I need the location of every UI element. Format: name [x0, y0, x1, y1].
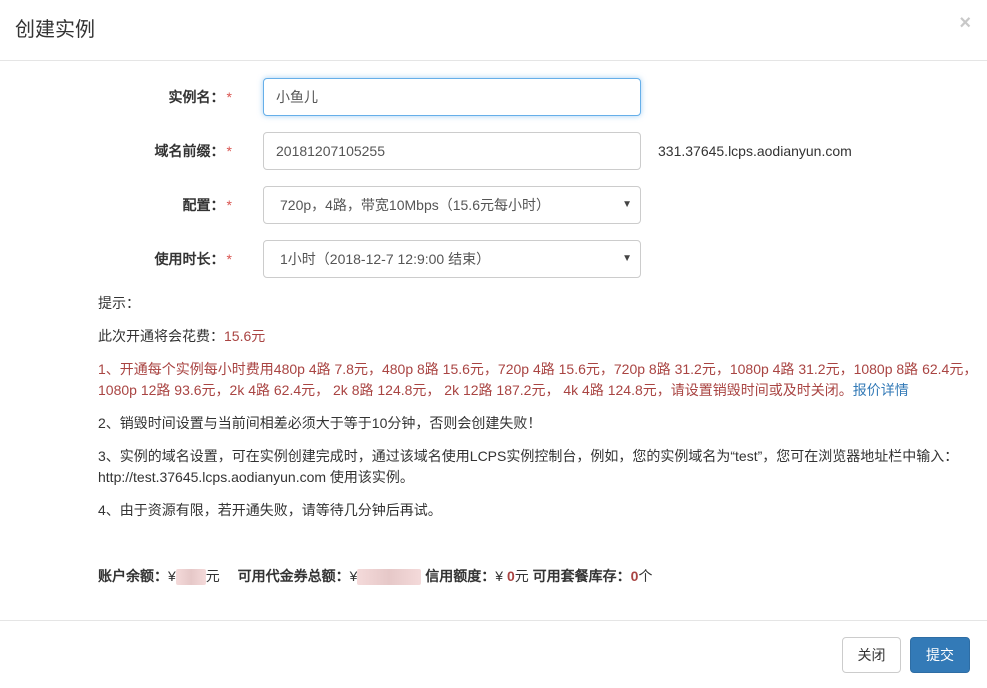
duration-select[interactable]: 1小时（2018-12-7 12:9:00 结束） ▼ [263, 240, 641, 278]
credit-value: 0 [506, 568, 515, 584]
form-row-name: 实例名： * [0, 78, 987, 116]
balance-label: 账户余额： [98, 568, 168, 584]
form-row-duration: 使用时长： * 1小时（2018-12-7 12:9:00 结束） ▼ [0, 240, 987, 278]
caret-down-icon: ▼ [622, 199, 632, 210]
required-mark: * [226, 251, 232, 267]
price-details-link[interactable]: 报价详情 [853, 382, 909, 398]
account-summary: 账户余额：¥ 元 可用代金券总额：¥ 信用额度：¥ 0元 可用套餐库存：0个 [98, 568, 653, 586]
voucher-label: 可用代金券总额： [237, 568, 350, 584]
package-label: 可用套餐库存： [532, 568, 631, 584]
credit-label: 信用额度： [425, 568, 496, 584]
cost-value: 15.6元 [224, 328, 266, 344]
required-mark: * [226, 89, 232, 105]
required-mark: * [226, 197, 232, 213]
close-icon[interactable]: × [959, 12, 971, 34]
tips-heading: 提示： [98, 295, 140, 311]
form-row-domain: 域名前缀：* 331.37645.lcps.aodianyun.com [0, 132, 987, 170]
balance-redacted [175, 569, 206, 586]
close-button[interactable]: 关闭 [842, 637, 901, 673]
tip-item-3: 3、实例的域名设置，可在实例创建完成时，通过该域名使用LCPS实例控制台，例如，… [98, 448, 959, 485]
config-select[interactable]: 720p，4路，带宽10Mbps（15.6元每小时） ▼ [263, 186, 641, 224]
instance-name-input[interactable] [263, 78, 641, 116]
required-mark: * [226, 143, 232, 159]
duration-label: 使用时长： * [154, 251, 232, 267]
domain-label: 域名前缀： * [154, 143, 232, 159]
tip-item-2: 2、销毁时间设置与当前间相差必须大于等于10分钟，否则会创建失败！ [98, 415, 542, 431]
tip-item-1: 1、开通每个实例每小时费用480p 4路 7.8元，480p 8路 15.6元，… [98, 361, 978, 398]
domain-prefix-input[interactable] [263, 132, 641, 170]
cost-line: 此次开通将会花费：15.6元 [98, 328, 266, 344]
submit-button[interactable]: 提交 [910, 637, 970, 673]
voucher-redacted [357, 569, 422, 586]
config-label: 配置： * [182, 197, 232, 213]
domain-suffix: 331.37645.lcps.aodianyun.com [658, 143, 852, 159]
form-row-config: 配置： * 720p，4路，带宽10Mbps（15.6元每小时） ▼ [0, 186, 987, 224]
tips-section: 提示： 此次开通将会花费：15.6元 1、开通每个实例每小时费用480p 4路 … [98, 293, 978, 533]
modal-title: 创建实例 [15, 19, 95, 41]
caret-down-icon: ▼ [622, 253, 632, 264]
name-label: 实例名： * [168, 89, 232, 105]
tip-item-4: 4、由于资源有限，若开通失败，请等待几分钟后再试。 [98, 502, 442, 518]
duration-selected-value: 1小时（2018-12-7 12:9:00 结束） [280, 251, 491, 267]
config-selected-value: 720p，4路，带宽10Mbps（15.6元每小时） [280, 197, 550, 213]
modal-header: 创建实例 × [0, 0, 987, 61]
modal-footer: 关闭 提交 [0, 620, 987, 688]
